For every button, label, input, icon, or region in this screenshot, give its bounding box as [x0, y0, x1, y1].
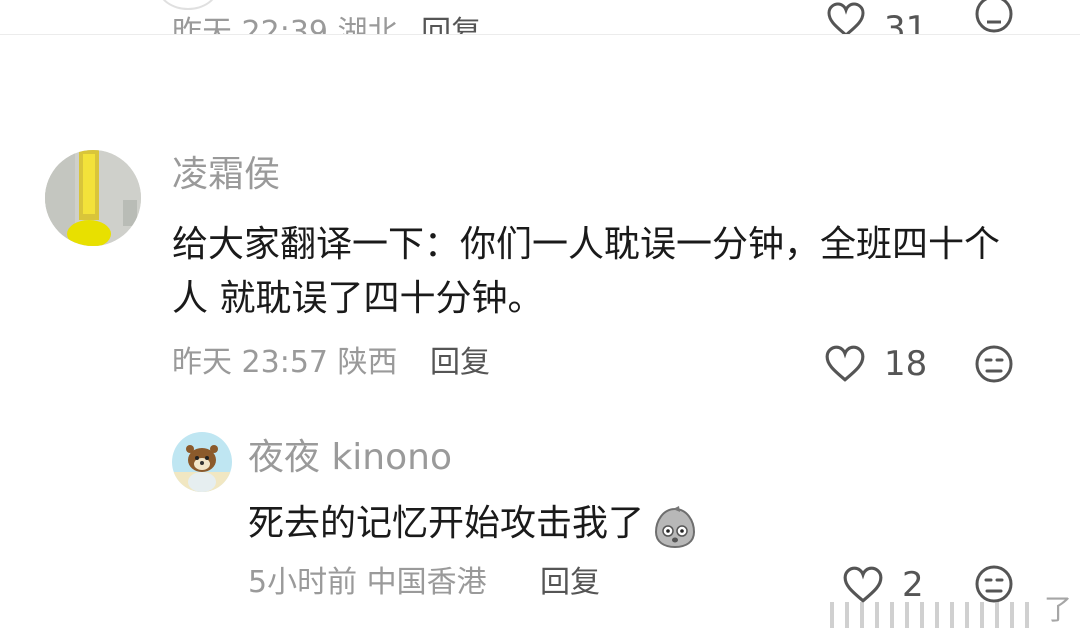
watermark-stripes — [830, 602, 1040, 628]
previous-avatar-edge — [158, 0, 218, 10]
comment-dislike-icon[interactable] — [974, 344, 1014, 384]
watermark: 了 — [830, 596, 1080, 637]
reply-meta: 5小时前 中国香港 — [248, 565, 487, 600]
previous-comment-meta: 昨天 22:39 湖北 回复 — [172, 18, 481, 35]
reply-text: 死去的记忆开始攻击我了 — [248, 503, 645, 544]
previous-like-count: 31 — [884, 9, 928, 35]
potato-face-emoji-icon — [653, 505, 697, 549]
previous-like-icon[interactable] — [826, 2, 866, 34]
reply-content: 死去的记忆开始攻击我了 — [248, 497, 697, 551]
comment-text: 给大家翻译一下：你们一人耽误一分钟，全班四十个人 就耽误了四十分钟。 — [172, 224, 1001, 319]
previous-comment-footer: 昨天 22:39 湖北 回复 31 — [0, 0, 1080, 35]
watermark-text: 了 — [1044, 596, 1073, 626]
comment-like-count: 18 — [884, 344, 928, 384]
avatar[interactable] — [45, 150, 141, 246]
previous-dislike-icon[interactable] — [974, 0, 1014, 34]
comment-reply-button[interactable]: 回复 — [430, 348, 490, 378]
reply-username[interactable]: 夜夜 kinono — [248, 440, 452, 476]
reply-avatar[interactable] — [172, 432, 232, 492]
previous-reply-button[interactable]: 回复 — [421, 15, 481, 35]
comment-like-icon[interactable] — [824, 345, 866, 383]
comment-meta: 昨天 23:57 陕西 — [172, 345, 398, 380]
reply-reply-button[interactable]: 回复 — [540, 568, 600, 598]
comment-username[interactable]: 凌霜侯 — [172, 157, 280, 193]
